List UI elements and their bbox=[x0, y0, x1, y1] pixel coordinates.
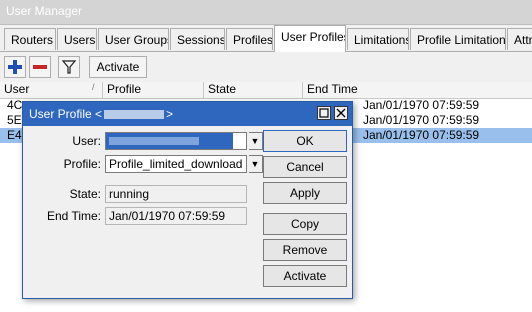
cell-user: 4C bbox=[7, 98, 23, 112]
user-value-redacted bbox=[106, 133, 233, 149]
ok-button[interactable]: OK bbox=[263, 130, 347, 152]
user-select[interactable] bbox=[105, 132, 247, 150]
profile-label: Profile: bbox=[63, 157, 101, 171]
tab-bar: Routers Users User Groups Sessions Profi… bbox=[0, 25, 532, 52]
tab-profile-limitations[interactable]: Profile Limitations bbox=[410, 28, 506, 50]
state-label: State: bbox=[69, 187, 101, 201]
dialog-title-text: User Profile < bbox=[29, 107, 103, 121]
user-label: User: bbox=[72, 134, 101, 148]
column-user[interactable]: User bbox=[0, 82, 103, 98]
cell-user: E4 bbox=[7, 128, 22, 142]
cancel-button[interactable]: Cancel bbox=[263, 156, 347, 178]
cell-end-time: Jan/01/1970 07:59:59 bbox=[363, 98, 480, 112]
user-dropdown-button[interactable]: ▼ bbox=[248, 132, 263, 150]
tab-sessions[interactable]: Sessions bbox=[170, 28, 225, 50]
minus-icon bbox=[33, 65, 47, 69]
profile-value: Profile_limited_download bbox=[109, 157, 243, 171]
tab-user-groups[interactable]: User Groups bbox=[98, 28, 169, 50]
close-button[interactable] bbox=[334, 106, 348, 120]
add-button[interactable] bbox=[4, 56, 26, 78]
cell-user: 5E bbox=[7, 113, 22, 127]
end-time-field: Jan/01/1970 07:59:59 bbox=[105, 207, 247, 225]
tab-profiles[interactable]: Profiles bbox=[226, 28, 273, 50]
maximize-button[interactable] bbox=[317, 106, 331, 120]
cell-end-time: Jan/01/1970 07:59:59 bbox=[363, 128, 480, 142]
tab-limitations[interactable]: Limitations bbox=[347, 28, 409, 50]
table-header: User Profile State End Time / bbox=[0, 82, 532, 99]
window-titlebar: User Manager bbox=[0, 0, 532, 25]
copy-button[interactable]: Copy bbox=[263, 213, 347, 235]
filter-icon bbox=[61, 60, 77, 74]
sort-indicator-icon: / bbox=[92, 82, 95, 92]
tab-attributes[interactable]: Attrib bbox=[507, 28, 532, 50]
user-profile-dialog: User Profile < > User: ▼ Profile: Profile… bbox=[22, 101, 353, 299]
plus-icon bbox=[8, 60, 22, 74]
tab-users[interactable]: Users bbox=[57, 28, 97, 50]
end-time-label: End Time: bbox=[46, 209, 101, 223]
dialog-title: User Profile < > bbox=[29, 102, 173, 126]
profile-select[interactable]: Profile_limited_download bbox=[105, 155, 247, 173]
redacted-name bbox=[104, 110, 165, 120]
close-icon bbox=[336, 108, 346, 118]
remove-button[interactable]: Remove bbox=[263, 239, 347, 261]
tab-user-profiles[interactable]: User Profiles bbox=[274, 25, 346, 52]
dialog-titlebar[interactable]: User Profile < > bbox=[23, 102, 352, 126]
column-state[interactable]: State bbox=[204, 82, 303, 98]
profile-dropdown-button[interactable]: ▼ bbox=[248, 155, 263, 173]
window-title: User Manager bbox=[6, 4, 83, 18]
maximize-icon bbox=[319, 108, 329, 118]
dialog-title-end: > bbox=[166, 107, 174, 121]
tab-routers[interactable]: Routers bbox=[4, 28, 56, 50]
cell-end-time: Jan/01/1970 07:59:59 bbox=[363, 113, 480, 127]
state-field: running bbox=[105, 185, 247, 203]
column-end-time[interactable]: End Time bbox=[303, 82, 532, 98]
dialog-activate-button[interactable]: Activate bbox=[263, 265, 347, 287]
toolbar: Activate bbox=[0, 52, 532, 82]
chevron-down-icon: ▼ bbox=[248, 156, 262, 172]
remove-button[interactable] bbox=[29, 56, 51, 78]
filter-button[interactable] bbox=[58, 56, 80, 78]
apply-button[interactable]: Apply bbox=[263, 182, 347, 204]
column-profile[interactable]: Profile bbox=[103, 82, 204, 98]
activate-button[interactable]: Activate bbox=[89, 56, 147, 78]
chevron-down-icon: ▼ bbox=[248, 133, 262, 149]
